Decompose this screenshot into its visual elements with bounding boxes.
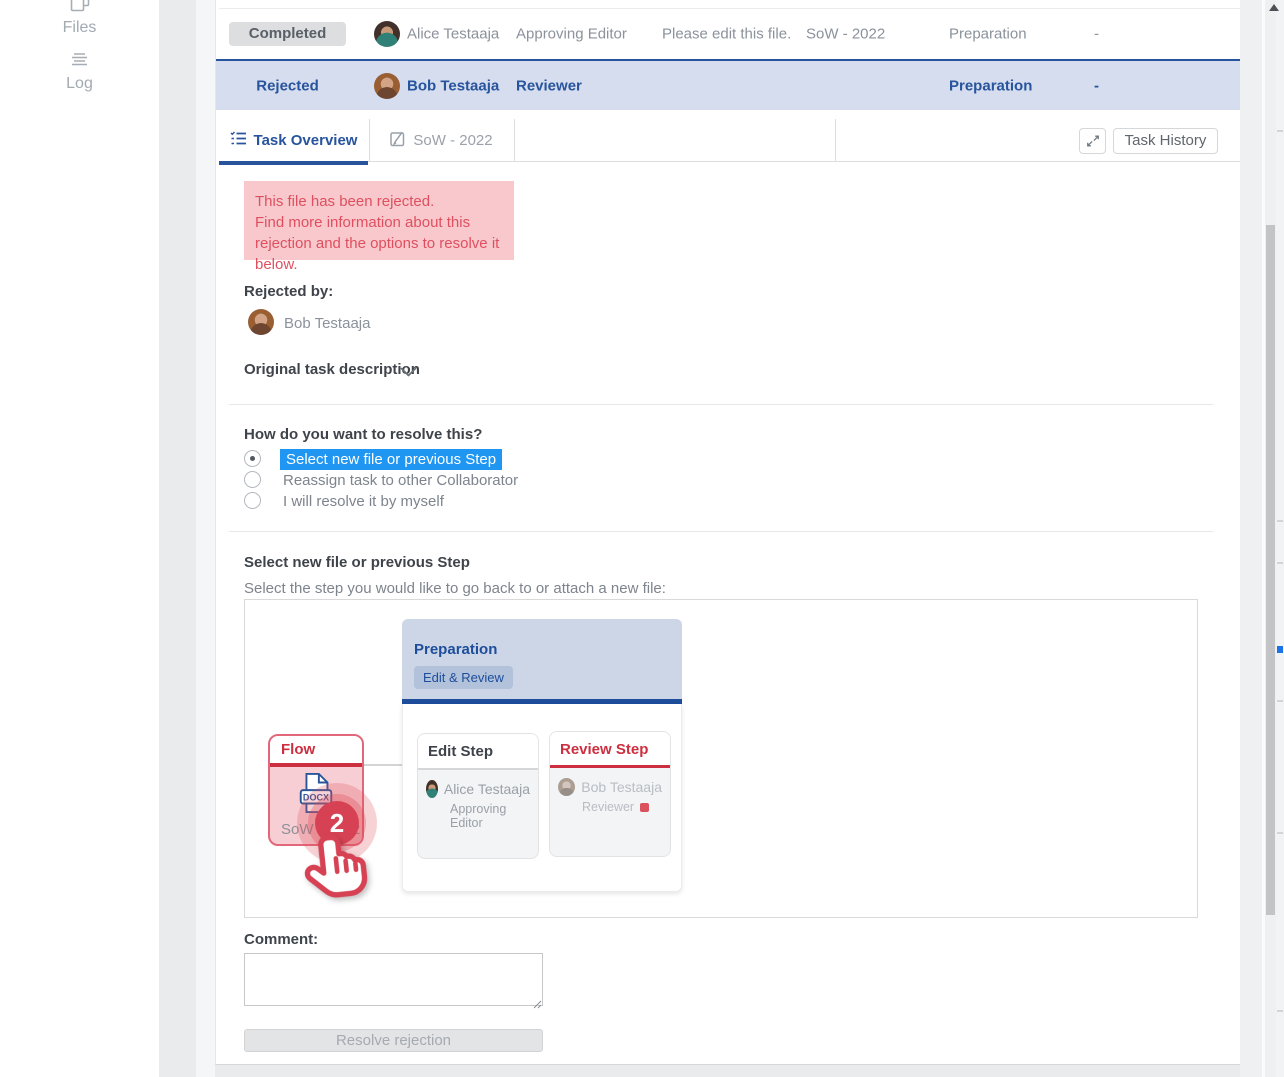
rejected-by-avatar	[248, 309, 274, 335]
sidebar-item-log[interactable]: Log	[0, 52, 159, 93]
section-divider	[229, 531, 1213, 532]
step-card-review[interactable]: Review Step Bob Testaaja Reviewer	[549, 731, 671, 857]
radio-reassign-task[interactable]	[244, 471, 261, 488]
scrollbar-mark	[1277, 832, 1283, 834]
scrollbar-mark	[1277, 1010, 1283, 1012]
row-assignee-role: Approving Editor	[516, 26, 627, 43]
main-panel: Completed Alice Testaaja Approving Edito…	[215, 0, 1240, 1065]
task-row-completed[interactable]: Completed Alice Testaaja Approving Edito…	[216, 9, 1240, 59]
scrollbar-track[interactable]	[1276, 0, 1284, 1077]
select-step-title: Select new file or previous Step	[244, 554, 470, 571]
select-step-hint: Select the step you would like to go bac…	[244, 580, 666, 597]
scrollbar-mark	[1277, 130, 1283, 132]
section-divider	[229, 404, 1213, 405]
phase-header: Preparation Edit & Review	[402, 619, 682, 699]
workflow-diagram: Flow DOCX SoW - 2022 2	[244, 599, 1198, 918]
rejected-by-label: Rejected by:	[244, 283, 333, 300]
scrollbar-mark	[1277, 700, 1283, 702]
rejected-by-name: Bob Testaaja	[284, 315, 370, 332]
gutter-divider	[1262, 0, 1265, 1077]
radio-resolve-myself[interactable]	[244, 492, 261, 509]
row-phase: Preparation	[949, 77, 1032, 94]
avatar-alice	[374, 21, 400, 47]
scrollbar-mark	[1277, 520, 1283, 522]
resolve-rejection-button[interactable]: Resolve rejection	[244, 1029, 543, 1052]
row-phase: Preparation	[949, 26, 1027, 43]
tab-file-label: SoW - 2022	[413, 132, 492, 149]
tab-task-overview-label: Task Overview	[254, 132, 358, 149]
scroll-up-arrow[interactable]	[1269, 4, 1279, 11]
rejection-notice-line2: Find more information about this rejecti…	[255, 212, 503, 275]
scrollbar-thumb[interactable]	[1266, 225, 1275, 915]
task-overview-icon	[230, 130, 247, 151]
rejection-notice-line1: This file has been rejected.	[255, 191, 503, 212]
phase-preparation: Preparation Edit & Review Edit Step Alic…	[402, 619, 682, 892]
step-title: Review Step	[550, 732, 670, 768]
hand-cursor-icon	[298, 830, 383, 924]
resolve-question: How do you want to resolve this?	[244, 426, 482, 443]
step-assignee-role: Reviewer	[582, 800, 634, 814]
expand-button[interactable]	[1079, 128, 1106, 154]
step-card-edit[interactable]: Edit Step Alice Testaaja Approving Edito…	[417, 733, 539, 859]
edit-file-icon	[389, 130, 406, 151]
task-row-rejected[interactable]: Rejected Bob Testaaja Reviewer Preparati…	[216, 59, 1240, 110]
avatar-alice	[426, 780, 438, 798]
phase-body: Edit Step Alice Testaaja Approving Edito…	[402, 704, 682, 892]
sidebar-gap	[159, 0, 196, 1077]
log-icon	[0, 52, 159, 73]
scrollbar-position-marker	[1277, 646, 1283, 653]
row-file: SoW - 2022	[806, 26, 885, 43]
step-assignee-name: Bob Testaaja	[581, 779, 662, 795]
row-due: -	[1094, 77, 1099, 94]
tab-separator	[514, 119, 515, 162]
row-message: Please edit this file.	[662, 26, 791, 43]
tab-task-overview[interactable]: Task Overview	[219, 119, 368, 161]
sidebar-item-files[interactable]: Files	[0, 0, 159, 37]
chevron-down-icon[interactable]	[400, 365, 417, 383]
tab-file-sow[interactable]: SoW - 2022	[369, 119, 513, 161]
comment-label: Comment:	[244, 931, 318, 948]
rejection-notice: This file has been rejected. Find more i…	[244, 181, 514, 260]
sidebar-log-label: Log	[66, 75, 93, 92]
row-assignee-name: Alice Testaaja	[407, 26, 499, 43]
row-assignee-role: Reviewer	[516, 77, 582, 94]
radio-select-new-file[interactable]	[244, 450, 261, 467]
row-assignee-name: Bob Testaaja	[407, 77, 499, 94]
avatar-bob	[374, 73, 400, 99]
flow-card-bar	[270, 763, 362, 767]
row-due: -	[1094, 26, 1099, 43]
comment-input[interactable]	[244, 953, 543, 1006]
original-task-description-toggle[interactable]: Original task description	[244, 361, 420, 378]
phase-title: Preparation	[414, 641, 497, 658]
step-title: Edit Step	[418, 734, 538, 770]
step-assignee-name: Alice Testaaja	[444, 781, 530, 797]
tab-separator	[835, 119, 836, 162]
task-history-button[interactable]: Task History	[1113, 128, 1218, 154]
status-badge-completed: Completed	[229, 22, 346, 46]
phase-subtitle-badge: Edit & Review	[414, 666, 513, 689]
step-assignee-role: Approving Editor	[450, 802, 530, 830]
scrollbar-mark	[1277, 562, 1283, 564]
status-label-rejected: Rejected	[229, 77, 346, 94]
option-resolve-myself-label[interactable]: I will resolve it by myself	[283, 493, 444, 510]
avatar-bob	[558, 778, 575, 796]
sidebar-files-label: Files	[63, 19, 97, 36]
sidebar: Files Log	[0, 0, 159, 1077]
option-select-new-file-label[interactable]: Select new file or previous Step	[280, 449, 502, 470]
rejected-status-square	[640, 803, 649, 812]
tab-bar: Task Overview SoW - 2022 Task Histo	[219, 119, 1240, 162]
app-window: Files Log Completed Alice Testaaja Appro…	[0, 0, 1284, 1077]
expand-icon	[1086, 134, 1100, 148]
files-icon	[0, 0, 159, 17]
option-reassign-task-label[interactable]: Reassign task to other Collaborator	[283, 472, 518, 489]
flow-card-title: Flow	[270, 736, 362, 763]
content-gap	[196, 0, 215, 1077]
